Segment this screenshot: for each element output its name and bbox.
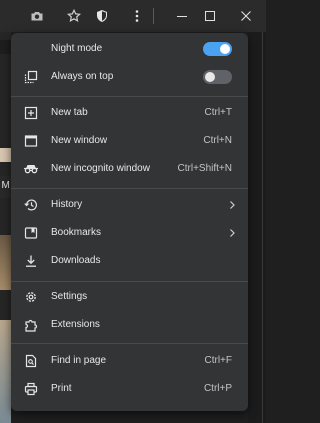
background-title-row: t M (0, 176, 11, 198)
menu-divider (11, 96, 248, 97)
menu-divider (11, 188, 248, 189)
find-in-page-icon (23, 353, 39, 369)
menu-item-label: Downloads (51, 255, 101, 266)
background-right-edge (248, 32, 266, 423)
minimize-icon[interactable] (172, 6, 192, 26)
menu-item-label: New incognito window (51, 163, 150, 174)
menu-item-extensions[interactable]: Extensions (11, 311, 248, 339)
shield-icon[interactable] (92, 6, 112, 26)
menu-item-history[interactable]: History (11, 191, 248, 219)
menu-divider (11, 343, 248, 344)
menu-item-label: Always on top (51, 71, 114, 82)
night-mode-toggle[interactable] (203, 42, 232, 56)
background-image-thumb (0, 148, 11, 162)
menu-item-find-in-page[interactable]: Find in page Ctrl+F (11, 347, 248, 375)
background-partial-text: t M (0, 180, 10, 191)
background-photo (0, 320, 11, 423)
toggle-knob (220, 44, 230, 54)
menu-item-shortcut: Ctrl+P (203, 383, 232, 394)
crescent-moon-icon (23, 41, 39, 57)
browser-main-menu: Night mode Always on top New tab Ctrl+T … (11, 33, 248, 411)
menu-item-print[interactable]: Print Ctrl+P (11, 375, 248, 403)
menu-item-new-window[interactable]: New window Ctrl+N (11, 127, 248, 155)
incognito-icon (23, 161, 39, 177)
menu-item-shortcut: Ctrl+Shift+N (177, 163, 232, 174)
browser-toolbar (0, 0, 266, 32)
toggle-knob (205, 72, 215, 82)
always-on-top-toggle[interactable] (203, 70, 232, 84)
menu-item-shortcut: Ctrl+F (204, 355, 233, 366)
chevron-right-icon (226, 199, 238, 211)
menu-item-label: Settings (51, 291, 88, 302)
gear-icon (23, 289, 39, 305)
background-scrollbar-track (262, 32, 263, 423)
close-icon[interactable] (236, 6, 256, 26)
chevron-right-icon (226, 227, 238, 239)
window-on-top-icon (23, 69, 39, 85)
menu-item-downloads[interactable]: Downloads (11, 247, 248, 275)
menu-item-label: New tab (51, 107, 88, 118)
new-window-icon (23, 133, 39, 149)
menu-item-bookmarks[interactable]: Bookmarks (11, 219, 248, 247)
printer-icon (23, 381, 39, 397)
menu-item-new-tab[interactable]: New tab Ctrl+T (11, 99, 248, 127)
menu-item-label: Extensions (51, 319, 100, 330)
menu-item-new-incognito-window[interactable]: New incognito window Ctrl+Shift+N (11, 155, 248, 183)
menu-item-always-on-top[interactable]: Always on top (11, 63, 248, 91)
menu-item-label: Night mode (51, 43, 103, 54)
more-vert-icon[interactable] (127, 6, 147, 26)
bookmarks-icon (23, 225, 39, 241)
menu-item-settings[interactable]: Settings (11, 283, 248, 311)
star-icon[interactable] (64, 6, 84, 26)
menu-item-label: Print (51, 383, 72, 394)
maximize-icon[interactable] (200, 6, 220, 26)
background-image (0, 235, 11, 290)
history-icon (23, 197, 39, 213)
menu-item-label: Find in page (51, 355, 107, 366)
puzzle-icon (23, 317, 39, 333)
menu-item-night-mode[interactable]: Night mode (11, 35, 248, 63)
menu-item-label: History (51, 199, 83, 210)
menu-item-shortcut: Ctrl+N (203, 135, 232, 146)
menu-divider (11, 281, 248, 282)
menu-item-shortcut: Ctrl+T (204, 107, 233, 118)
background-strip (0, 40, 11, 54)
camera-icon[interactable] (27, 6, 47, 26)
new-tab-icon (23, 105, 39, 121)
menu-item-label: Bookmarks (51, 227, 102, 238)
download-icon (23, 253, 39, 269)
toolbar-separator (153, 8, 154, 24)
menu-item-label: New window (51, 135, 108, 146)
